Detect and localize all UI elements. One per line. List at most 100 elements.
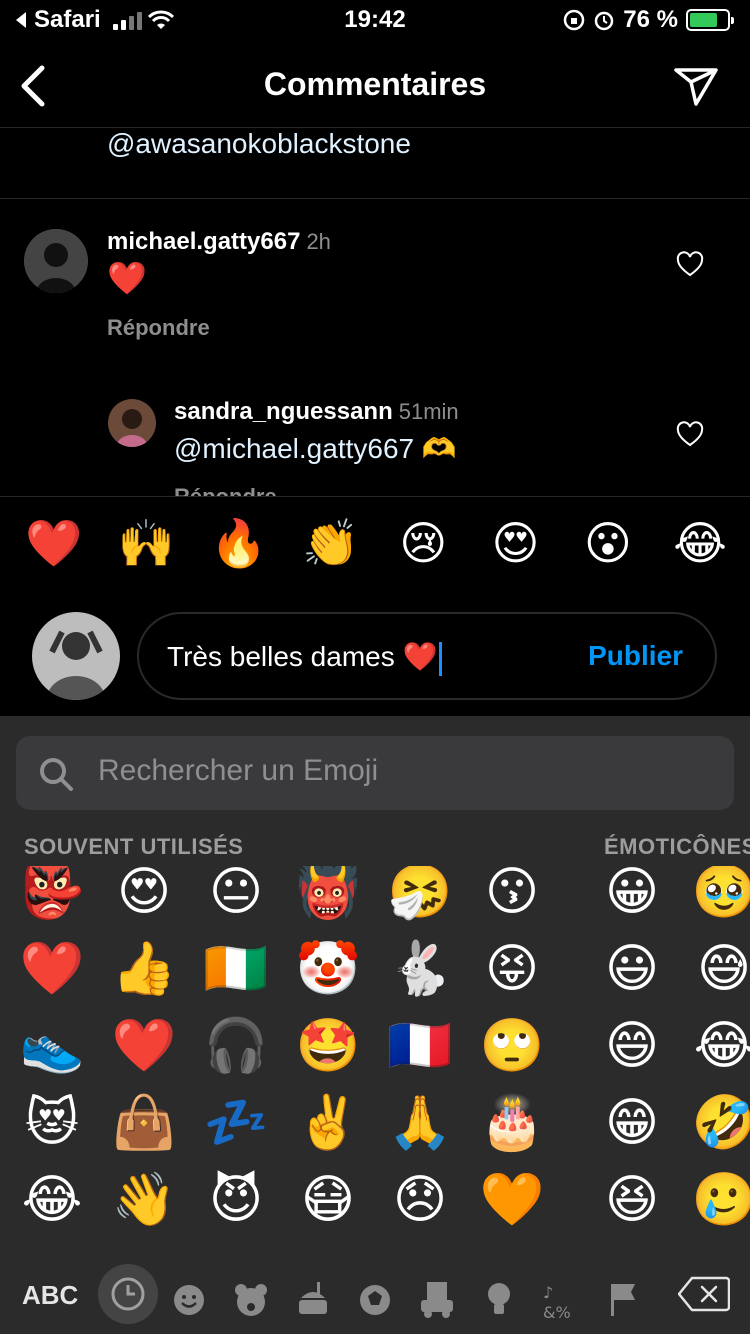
mention-text[interactable]: @awasanokoblackstone [107, 128, 411, 160]
category-recent[interactable] [98, 1264, 158, 1324]
emoji-key[interactable]: 🤩 [288, 1020, 368, 1096]
reply-button[interactable]: Répondre [174, 484, 374, 496]
username[interactable]: sandra_nguessann [174, 398, 393, 425]
emoji-key[interactable]: 😍 [104, 866, 184, 942]
ball-icon[interactable] [351, 1276, 399, 1324]
emoji-search-input[interactable]: Rechercher un Emoji [98, 754, 378, 788]
emoji-key[interactable]: 💤 [196, 1097, 276, 1173]
reaction-emoji[interactable]: 😮 [578, 520, 638, 566]
quick-reactions: ❤️ 🙌 🔥 👏 😢 😍 😮 😂 [0, 520, 750, 584]
section-smileys: ÉMOTICÔNES [604, 834, 750, 859]
emoji-key[interactable]: 😁 [592, 1097, 672, 1173]
emoji-key[interactable]: 👜 [104, 1097, 184, 1173]
comment-time: 51min [398, 399, 459, 424]
emoji-key[interactable]: 👋 [104, 1174, 184, 1250]
flag-icon[interactable] [599, 1276, 647, 1324]
reaction-emoji[interactable]: ❤️ [24, 520, 84, 566]
symbols-icon[interactable]: ♪ &% [537, 1276, 585, 1324]
emoji-key[interactable]: 🇨🇮 [196, 943, 276, 1019]
reaction-emoji[interactable]: 😂 [670, 520, 730, 566]
delete-key-icon[interactable] [678, 1276, 730, 1312]
clock-icon [111, 1277, 145, 1311]
username[interactable]: michael.gatty667 [107, 228, 300, 255]
battery-percent: 76 % [623, 6, 678, 33]
emoji-key[interactable]: 😻 [12, 1097, 92, 1173]
comment-author[interactable]: sandra_nguessann 51min [174, 398, 459, 426]
like-heart-icon[interactable] [676, 251, 704, 279]
search-icon [40, 758, 73, 791]
emoji-grid: 👺 😍 😐 👹 🤧 😗 ❤️ 👍 🇨🇮 🤡 🐇 😝 👟 ❤️ 🎧 🤩 🇫🇷 🙄 😻 👜 💤 ✌️ 🙏 🎂 😂 👋 😈 😷 😞 🧡 😀 🥹 😃 😅 😄… [0, 866, 750, 1256]
emoji-key[interactable]: 😷 [288, 1174, 368, 1250]
emoji-key[interactable]: 🤧 [380, 866, 460, 942]
emoji-key[interactable]: 😞 [380, 1174, 460, 1250]
emoji-key[interactable]: ❤️ [12, 943, 92, 1019]
avatar[interactable] [108, 399, 156, 447]
alarm-icon [595, 11, 614, 31]
avatar[interactable] [24, 229, 88, 293]
svg-text:&%: &% [543, 1303, 571, 1322]
comment-text: @michael.gatty667 🫶 [174, 433, 457, 464]
reply-clip: Répondre [174, 478, 374, 496]
emoji-key[interactable]: 🤣 [684, 1097, 750, 1173]
comment-text: ❤️ [107, 259, 147, 297]
publish-button[interactable]: Publier [588, 640, 683, 672]
abc-key[interactable]: ABC [22, 1280, 78, 1311]
keyboard-category-bar: ABC ♪ &% [0, 1264, 750, 1334]
emoji-key[interactable]: 😄 [592, 1020, 672, 1096]
emoji-key[interactable]: 😃 [592, 943, 672, 1019]
emoji-key[interactable]: 🧡 [472, 1174, 552, 1250]
battery-icon [686, 9, 734, 31]
emoji-key[interactable]: 🥹 [684, 866, 750, 942]
page-title: Commentaires [263, 66, 487, 102]
like-heart-icon[interactable] [676, 421, 704, 449]
emoji-key[interactable]: 🐇 [380, 943, 460, 1019]
emoji-key[interactable]: 👺 [12, 866, 92, 942]
emoji-keyboard: Rechercher un Emoji SOUVENT UTILISÉS ÉMO… [0, 716, 750, 1334]
emoji-key[interactable]: 😂 [12, 1174, 92, 1250]
emoji-key[interactable]: 🎂 [472, 1097, 552, 1173]
food-icon[interactable] [289, 1276, 337, 1324]
emoji-key[interactable]: 👹 [288, 866, 368, 942]
comment-input-text[interactable]: Très belles dames ❤️ [167, 640, 443, 676]
emoji-key[interactable]: 👟 [12, 1020, 92, 1096]
comment-input-value[interactable]: Très belles dames ❤️ [167, 641, 437, 672]
emoji-key[interactable]: ❤️ [104, 1020, 184, 1096]
emoji-key[interactable]: 😂 [684, 1020, 750, 1096]
divider [0, 198, 750, 199]
comments-header: Commentaires [0, 48, 750, 128]
svg-text:♪: ♪ [543, 1283, 553, 1302]
reply-button[interactable]: Répondre [107, 315, 210, 341]
emoji-key[interactable]: ✌️ [288, 1097, 368, 1173]
status-bar: Safari 19:42 76 % [0, 0, 750, 40]
reaction-emoji[interactable]: 🙌 [116, 520, 176, 566]
comment-author[interactable]: michael.gatty667 2h [107, 228, 331, 256]
emoji-key[interactable]: 😆 [592, 1174, 672, 1250]
smiley-icon[interactable] [165, 1276, 213, 1324]
emoji-key[interactable]: 😐 [196, 866, 276, 942]
reaction-emoji[interactable]: 😍 [486, 520, 546, 566]
bear-icon[interactable] [227, 1276, 275, 1324]
reaction-emoji[interactable]: 😢 [393, 520, 453, 566]
emoji-key[interactable]: 😗 [472, 866, 552, 942]
rotation-lock-icon [564, 9, 585, 31]
reaction-emoji[interactable]: 🔥 [209, 520, 269, 566]
emoji-search-field[interactable]: Rechercher un Emoji [16, 736, 734, 810]
emoji-key[interactable]: 😅 [684, 943, 750, 1019]
emoji-key[interactable]: 🙏 [380, 1097, 460, 1173]
emoji-key[interactable]: 🎧 [196, 1020, 276, 1096]
emoji-key[interactable]: 🙄 [472, 1020, 552, 1096]
emoji-key[interactable]: 😝 [472, 943, 552, 1019]
emoji-key[interactable]: 😈 [196, 1174, 276, 1250]
emoji-key[interactable]: 🥲 [684, 1174, 750, 1250]
emoji-key[interactable]: 😀 [592, 866, 672, 942]
emoji-key[interactable]: 🤡 [288, 943, 368, 1019]
divider [0, 496, 750, 497]
bulb-icon[interactable] [475, 1276, 523, 1324]
send-icon[interactable] [672, 64, 720, 108]
reaction-emoji[interactable]: 👏 [301, 520, 361, 566]
comment-input[interactable]: Très belles dames ❤️ Publier [137, 612, 717, 700]
emoji-key[interactable]: 🇫🇷 [380, 1020, 460, 1096]
car-icon[interactable] [413, 1276, 461, 1324]
emoji-key[interactable]: 👍 [104, 943, 184, 1019]
status-right: 76 % [563, 6, 734, 34]
